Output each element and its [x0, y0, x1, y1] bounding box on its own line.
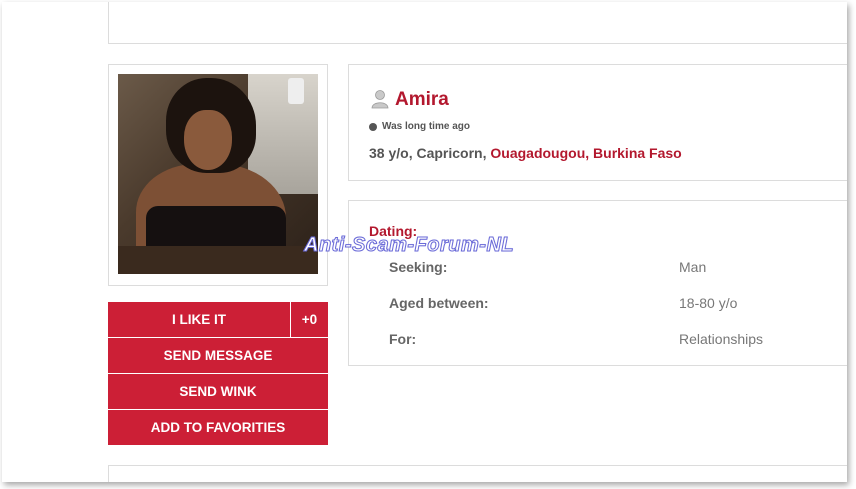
- bottom-panel: [108, 465, 847, 482]
- age-sign: 38 y/o, Capricorn,: [369, 145, 491, 161]
- dating-preferences: Dating: Seeking: Man Aged between: 18-80…: [348, 200, 847, 366]
- send-message-button[interactable]: SEND MESSAGE: [108, 338, 328, 373]
- status-dot-icon: [369, 122, 377, 131]
- top-panel: [108, 2, 847, 44]
- profile-name[interactable]: Amira: [395, 89, 449, 111]
- online-status: Was long time ago: [369, 121, 470, 132]
- profile-details: 38 y/o, Capricorn, Ouagadougou, Burkina …: [369, 145, 682, 161]
- add-to-favorites-button[interactable]: ADD TO FAVORITIES: [108, 410, 328, 445]
- pref-label: Seeking:: [389, 259, 448, 275]
- profile-photo-frame: [108, 64, 328, 286]
- pref-value: Relationships: [679, 331, 764, 347]
- pref-label: For:: [389, 331, 417, 347]
- send-wink-button[interactable]: SEND WINK: [108, 374, 328, 409]
- page-frame: I LIKE IT +0 SEND MESSAGE SEND WINK ADD …: [2, 2, 847, 482]
- profile-photo[interactable]: [118, 74, 318, 274]
- location-link[interactable]: Ouagadougou, Burkina Faso: [490, 145, 681, 161]
- watermark-text: Anti-Scam-Forum-NL: [303, 234, 515, 257]
- pref-label: Aged between:: [389, 295, 489, 311]
- pref-value: 18-80 y/o: [679, 295, 738, 311]
- pref-value: Man: [679, 259, 707, 275]
- like-count: +0: [291, 302, 328, 337]
- status-text: Was long time ago: [382, 121, 470, 132]
- user-silhouette-icon: [371, 90, 389, 109]
- like-row: I LIKE IT +0: [108, 302, 328, 337]
- action-buttons: I LIKE IT +0 SEND MESSAGE SEND WINK ADD …: [108, 302, 328, 446]
- profile-summary: Amira Was long time ago 38 y/o, Capricor…: [348, 64, 847, 181]
- like-button[interactable]: I LIKE IT: [108, 302, 291, 337]
